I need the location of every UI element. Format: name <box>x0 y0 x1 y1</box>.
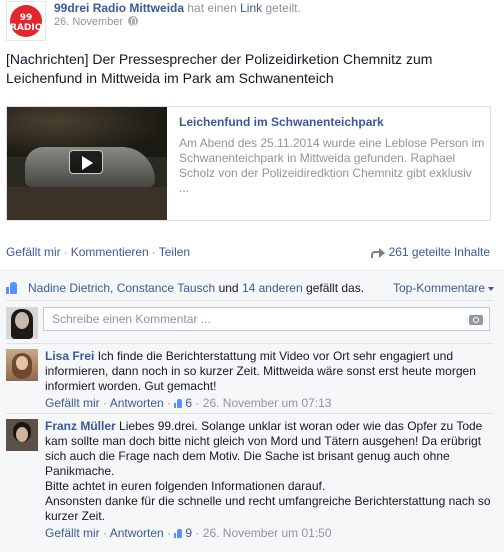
comment-item: Franz Müller Liebes 99.drei. Solange unk… <box>6 419 496 549</box>
shares-count-link[interactable]: 261 geteilte Inhalte <box>370 245 490 259</box>
post-author-line: 99drei Radio Mittweida hat einen Link ge… <box>54 1 301 15</box>
current-user-avatar[interactable] <box>6 307 38 339</box>
shares-count-text: 261 geteilte Inhalte <box>388 245 490 259</box>
avatar-face <box>16 356 28 370</box>
comment-like-button[interactable]: Gefällt mir <box>45 396 100 410</box>
comment-timestamp[interactable]: 26. November um 07:13 <box>203 396 332 410</box>
comment-reply-button[interactable]: Antworten <box>110 526 164 540</box>
top-comments-dropdown[interactable]: Top-Kommentare <box>393 281 494 295</box>
comment-meta: Gefällt mir · Antworten · 9 · 26. Novemb… <box>45 526 332 540</box>
separator-dot: · <box>151 245 156 259</box>
likers-names-link[interactable]: Nadine Dietrich, Constance Tausch <box>28 281 215 295</box>
comment-timestamp[interactable]: 26. November um 01:50 <box>203 526 332 540</box>
likes-text: Nadine Dietrich, Constance Tausch und 14… <box>28 281 364 295</box>
post-date-link[interactable]: 26. November <box>54 16 123 28</box>
comment-input[interactable] <box>43 307 490 331</box>
top-comments-label: Top-Kommentare <box>392 281 485 295</box>
preview-title-link[interactable]: Leichenfund im Schwanenteichpark <box>179 115 384 129</box>
shared-text-pre: hat einen <box>187 1 237 15</box>
like-button[interactable]: Gefällt mir <box>6 245 61 259</box>
radio-logo-text: 99 RADIO <box>10 13 43 33</box>
thumbs-up-icon <box>6 282 18 294</box>
likes-and: und <box>218 281 239 295</box>
comments-section: Nadine Dietrich, Constance Tausch und 14… <box>0 270 504 552</box>
caret-down-icon <box>488 287 494 291</box>
comment-author-link[interactable]: Franz Müller <box>45 419 116 433</box>
comment-meta: Gefällt mir · Antworten · 6 · 26. Novemb… <box>45 396 332 410</box>
post-meta: 26. November <box>54 16 139 28</box>
thumbnail-ground <box>7 187 167 220</box>
camera-icon[interactable] <box>469 315 483 325</box>
comment-likes-value: 6 <box>185 396 193 410</box>
post-header: 99 RADIO 99drei Radio Mittweida hat eine… <box>6 0 500 41</box>
comment-body: Lisa Frei Ich finde die Berichterstattun… <box>45 349 495 394</box>
comment-likes-value: 9 <box>185 526 193 540</box>
link-preview-card[interactable]: Leichenfund im Schwanenteichpark Am Aben… <box>6 106 491 221</box>
comment-likes-count[interactable]: 6 <box>174 396 192 410</box>
likes-others-link[interactable]: 14 anderen <box>242 281 303 295</box>
avatar-face <box>16 427 28 442</box>
separator-dot: · <box>63 245 68 259</box>
comment-author-link[interactable]: Lisa Frei <box>45 349 94 363</box>
likes-summary: Nadine Dietrich, Constance Tausch und 14… <box>6 281 494 297</box>
comment-likes-count[interactable]: 9 <box>174 526 192 540</box>
video-thumbnail[interactable] <box>7 107 167 220</box>
divider <box>6 343 494 344</box>
thumbs-up-icon <box>174 399 183 408</box>
comment-body: Franz Müller Liebes 99.drei. Solange unk… <box>45 419 495 524</box>
comment-item: Lisa Frei Ich finde die Berichterstattun… <box>6 349 496 410</box>
preview-description: Am Abend des 25.11.2014 wurde eine Leblo… <box>179 136 485 195</box>
shared-text-post: geteilt. <box>265 1 301 15</box>
comment-button[interactable]: Kommentieren <box>71 245 149 259</box>
commenter-avatar[interactable] <box>6 349 38 381</box>
post-text: [Nachrichten] Der Pressesprecher der Pol… <box>6 51 433 86</box>
share-button[interactable]: Teilen <box>159 245 190 259</box>
page-avatar[interactable]: 99 RADIO <box>6 1 46 41</box>
shared-link-word[interactable]: Link <box>240 1 262 15</box>
play-icon <box>82 156 93 170</box>
page-name-link[interactable]: 99drei Radio Mittweida <box>54 1 184 15</box>
divider <box>6 413 494 414</box>
likes-suffix: gefällt das. <box>306 281 365 295</box>
comment-reply-button[interactable]: Antworten <box>110 396 164 410</box>
post-actions: Gefällt mir · Kommentieren · Teilen <box>6 245 190 259</box>
share-arrow-icon <box>370 247 385 258</box>
commenter-avatar[interactable] <box>6 419 38 451</box>
thumbs-up-icon <box>174 529 183 538</box>
comment-text: Ich finde die Berichterstattung mit Vide… <box>45 349 476 393</box>
globe-icon[interactable] <box>128 16 139 26</box>
comment-like-button[interactable]: Gefällt mir <box>45 526 100 540</box>
play-button[interactable] <box>69 150 103 174</box>
avatar-face <box>15 312 29 329</box>
divider <box>6 300 494 301</box>
comment-text: Liebes 99.drei. Solange unklar ist woran… <box>45 419 491 523</box>
